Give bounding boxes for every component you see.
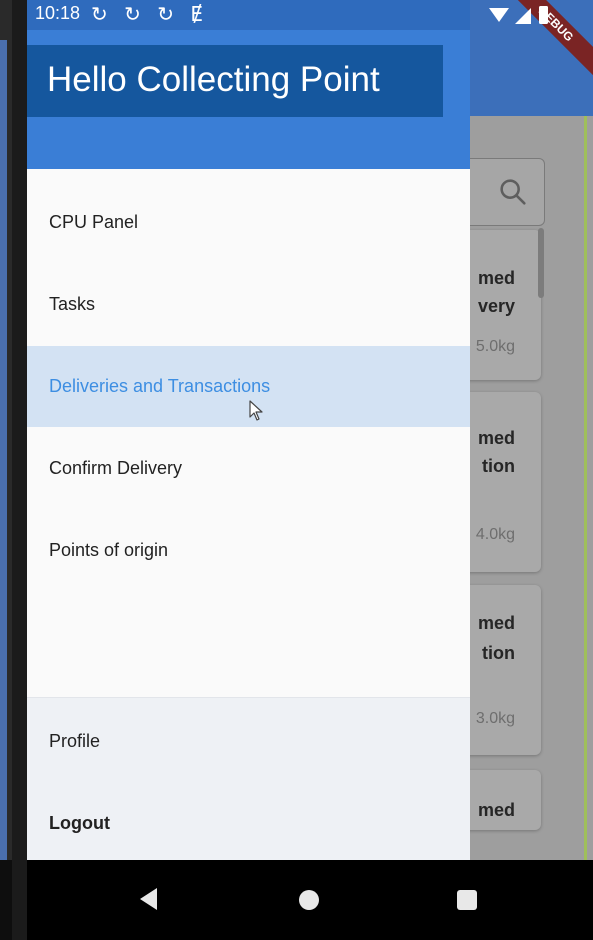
- back-triangle-icon[interactable]: [137, 886, 159, 912]
- logout-button[interactable]: Logout: [27, 783, 470, 864]
- status-time: 10:18: [35, 3, 81, 23]
- menu-item-label: CPU Panel: [49, 212, 139, 232]
- phone-screen: med very 5.0kg med tion 4.0kg med tion 3…: [27, 0, 593, 940]
- menu-item-label: Profile: [49, 731, 101, 751]
- card-line2: tion: [482, 643, 515, 663]
- menu-item-profile[interactable]: Profile: [27, 701, 470, 782]
- card-weight: 5.0kg: [475, 338, 515, 355]
- card-line1: med: [477, 428, 515, 448]
- home-circle-icon[interactable]: [299, 890, 319, 910]
- notification-icons: ↻ ↻ ↻ Ɇ: [91, 2, 208, 26]
- card-line1: med: [477, 268, 515, 288]
- card-line1: med: [477, 613, 515, 633]
- cell-signal-icon: [515, 8, 531, 24]
- navigation-drawer: Hello Collecting Point CPU Panel Tasks D…: [27, 0, 470, 861]
- menu-item-label: Logout: [49, 813, 110, 833]
- card-line2: tion: [482, 456, 515, 476]
- menu-item-label: Tasks: [49, 294, 96, 314]
- drawer-title-box: Hello Collecting Point: [27, 45, 443, 117]
- menu-item-points-of-origin[interactable]: Points of origin: [27, 510, 470, 591]
- menu-item-label: Points of origin: [49, 540, 169, 560]
- wifi-icon: [489, 8, 509, 22]
- left-edge-strip: [0, 0, 12, 940]
- battery-icon: [539, 6, 548, 24]
- menu-item-confirm-delivery[interactable]: Confirm Delivery: [27, 428, 470, 509]
- menu-item-tasks[interactable]: Tasks: [27, 264, 470, 345]
- system-navigation-bar: [27, 860, 593, 940]
- status-bar: 10:18 ↻ ↻ ↻ Ɇ: [27, 0, 593, 30]
- card-line2: very: [477, 296, 515, 316]
- search-icon: [500, 179, 526, 205]
- mouse-pointer-icon: [249, 400, 263, 421]
- left-edge-accent: [0, 40, 7, 860]
- card-weight: 3.0kg: [475, 710, 515, 727]
- background-outline: [584, 116, 587, 860]
- menu-item-label: Confirm Delivery: [49, 458, 183, 478]
- card-line1: med: [477, 800, 515, 820]
- signal-battery-icons: [489, 6, 548, 24]
- background-scrollbar: [538, 228, 544, 298]
- left-edge-band: [0, 860, 12, 940]
- card-weight: 4.0kg: [475, 526, 515, 543]
- recents-square-icon[interactable]: [457, 890, 477, 910]
- drawer-title: Hello Collecting Point: [47, 60, 380, 99]
- menu-item-cpu-panel[interactable]: CPU Panel: [27, 182, 470, 263]
- drawer-footer: Profile Logout: [27, 697, 470, 861]
- menu-item-label: Deliveries and Transactions: [49, 376, 271, 396]
